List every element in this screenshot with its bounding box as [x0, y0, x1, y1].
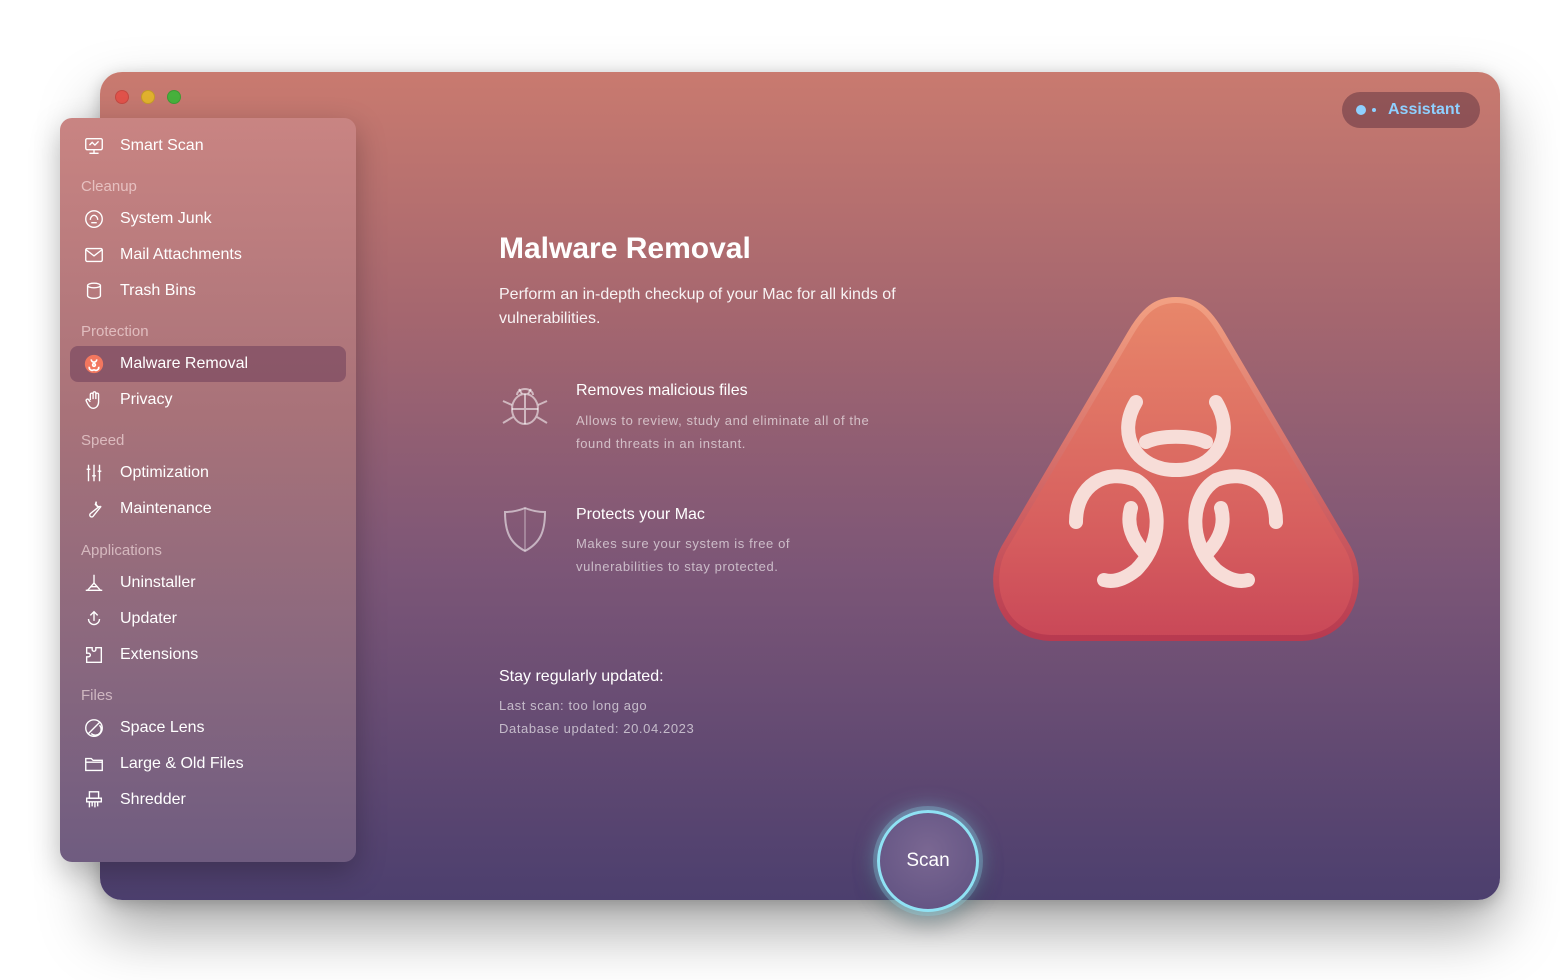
sidebar-item-space-lens[interactable]: Space Lens: [70, 710, 346, 746]
sidebar-item-maintenance[interactable]: Maintenance: [70, 491, 346, 527]
sidebar: Smart Scan Cleanup System Junk Mail Atta…: [60, 118, 356, 862]
assistant-button[interactable]: Assistant: [1342, 92, 1480, 128]
trash-icon: [82, 279, 106, 303]
section-header-protection: Protection: [81, 323, 149, 340]
sidebar-item-updater[interactable]: Updater: [70, 601, 346, 637]
sidebar-item-trash-bins[interactable]: Trash Bins: [70, 273, 346, 309]
sidebar-item-extensions[interactable]: Extensions: [70, 637, 346, 673]
sidebar-item-label: System Junk: [120, 210, 212, 227]
wrench-icon: [82, 497, 106, 521]
sidebar-item-label: Uninstaller: [120, 574, 196, 591]
sidebar-item-label: Smart Scan: [120, 137, 204, 154]
sidebar-item-uninstaller[interactable]: Uninstaller: [70, 565, 346, 601]
update-status-title: Stay regularly updated:: [499, 668, 664, 685]
sidebar-item-large-old-files[interactable]: Large & Old Files: [70, 746, 346, 782]
monitor-icon: [82, 134, 106, 158]
sidebar-item-mail-attachments[interactable]: Mail Attachments: [70, 237, 346, 273]
assistant-dot-icon: [1356, 105, 1366, 115]
scan-button[interactable]: Scan: [877, 810, 979, 912]
sidebar-item-label: Updater: [120, 610, 177, 627]
feature-description-line: found threats in an instant.: [576, 436, 747, 451]
sidebar-item-label: Mail Attachments: [120, 246, 242, 263]
biohazard-icon: [82, 352, 106, 376]
feature-title: Removes malicious files: [576, 382, 748, 399]
sidebar-item-label: Space Lens: [120, 719, 205, 736]
zoom-window-button[interactable]: [167, 90, 181, 104]
sidebar-item-label: Trash Bins: [120, 282, 196, 299]
feature-title: Protects your Mac: [576, 506, 705, 523]
sidebar-item-optimization[interactable]: Optimization: [70, 455, 346, 491]
sidebar-item-shredder[interactable]: Shredder: [70, 782, 346, 818]
section-header-files: Files: [81, 687, 113, 704]
section-header-speed: Speed: [81, 432, 125, 449]
shield-icon: [499, 503, 551, 555]
assistant-small-dot-icon: [1372, 108, 1376, 112]
database-updated-status: Database updated: 20.04.2023: [499, 721, 695, 736]
puzzle-icon: [82, 643, 106, 667]
envelope-icon: [82, 243, 106, 267]
last-scan-status: Last scan: too long ago: [499, 698, 648, 713]
sidebar-item-label: Privacy: [120, 391, 173, 408]
sidebar-item-label: Maintenance: [120, 500, 212, 517]
hand-icon: [82, 388, 106, 412]
sidebar-item-label: Shredder: [120, 791, 186, 808]
feature-description-line: Allows to review, study and eliminate al…: [576, 413, 870, 428]
section-header-cleanup: Cleanup: [81, 178, 137, 195]
sliders-icon: [82, 461, 106, 485]
sidebar-item-system-junk[interactable]: System Junk: [70, 201, 346, 237]
sidebar-item-malware-removal[interactable]: Malware Removal: [70, 346, 346, 382]
sidebar-item-smart-scan[interactable]: Smart Scan: [70, 128, 346, 164]
biohazard-hero-icon: [986, 290, 1366, 642]
sidebar-item-label: Optimization: [120, 464, 209, 481]
updater-icon: [82, 607, 106, 631]
bug-icon: [499, 379, 551, 431]
uninstaller-icon: [82, 571, 106, 595]
sidebar-item-privacy[interactable]: Privacy: [70, 382, 346, 418]
system-junk-icon: [82, 207, 106, 231]
scan-button-label: Scan: [906, 850, 950, 871]
section-header-applications: Applications: [81, 542, 162, 559]
assistant-label: Assistant: [1388, 101, 1461, 118]
close-window-button[interactable]: [115, 90, 129, 104]
page-description: Perform an in-depth checkup of your Mac …: [499, 286, 896, 327]
sidebar-item-label: Malware Removal: [120, 355, 249, 372]
feature-description-line: Makes sure your system is free of: [576, 536, 791, 551]
feature-description-line: vulnerabilities to stay protected.: [576, 559, 779, 574]
sidebar-item-label: Extensions: [120, 646, 199, 663]
lens-icon: [82, 716, 106, 740]
minimize-window-button[interactable]: [141, 90, 155, 104]
sidebar-item-label: Large & Old Files: [120, 755, 244, 772]
shredder-icon: [82, 788, 106, 812]
folder-icon: [82, 752, 106, 776]
page-title: Malware Removal: [499, 232, 751, 265]
